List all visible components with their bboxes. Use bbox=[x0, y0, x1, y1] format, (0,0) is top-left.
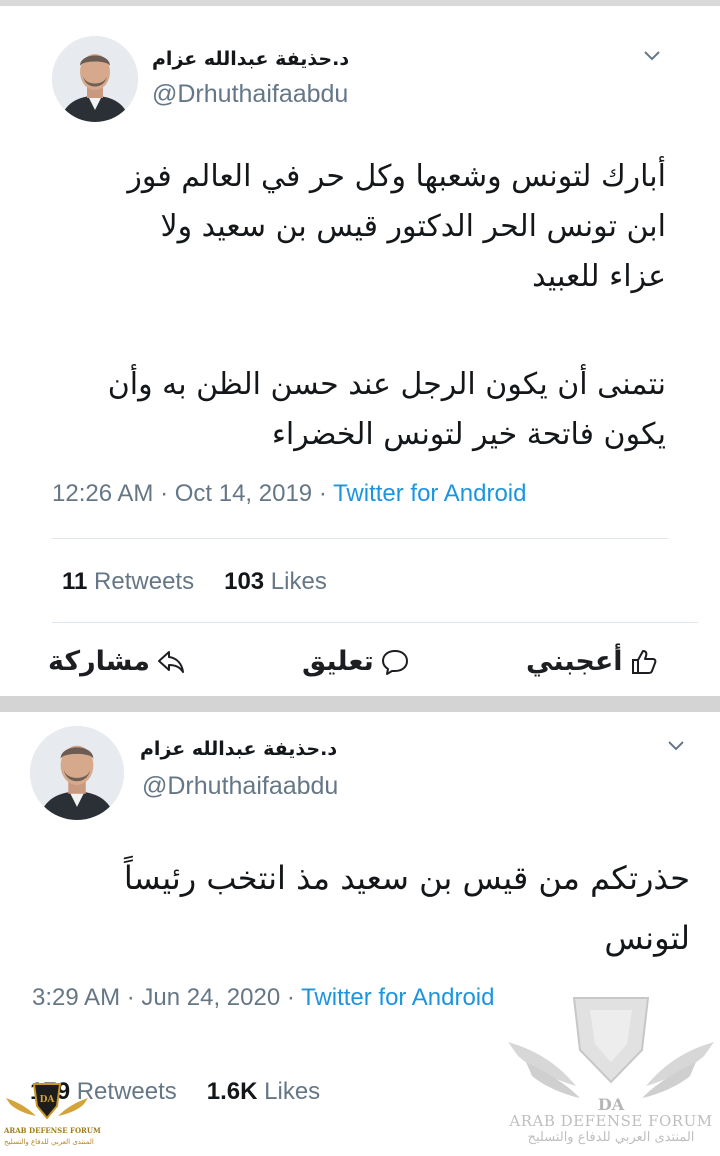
forum-badge-logo: DA ARAB DEFENSE FORUM المنتدى العربي للد… bbox=[4, 1080, 101, 1152]
chevron-down-icon[interactable] bbox=[642, 46, 662, 66]
share-label: مشاركة bbox=[48, 646, 150, 677]
comment-label: تعليق bbox=[302, 646, 374, 677]
like-label: أعجبني bbox=[526, 646, 623, 677]
share-button[interactable]: مشاركة bbox=[48, 646, 186, 677]
retweets-count: 11 bbox=[62, 568, 88, 595]
avatar-photo bbox=[52, 36, 138, 122]
like-button[interactable]: أعجبني bbox=[526, 646, 659, 677]
watermark-english: ARAB DEFENSE FORUM bbox=[509, 1112, 713, 1130]
divider bbox=[52, 538, 668, 539]
timestamp[interactable]: 3:29 AM · Jun 24, 2020 · bbox=[32, 984, 301, 1011]
user-handle[interactable]: @Drhuthaifaabdu bbox=[142, 772, 338, 801]
tweet-line: عزاء للعبيد bbox=[532, 259, 666, 294]
tweet-line: نتمنى أن يكون الرجل عند حسن الظن به وأن bbox=[107, 367, 666, 402]
watermark-logo: DA ARAB DEFENSE FORUM المنتدى العربي للد… bbox=[506, 990, 716, 1150]
tweet-meta: 12:26 AM · Oct 14, 2019 · Twitter for An… bbox=[52, 480, 526, 508]
source-link[interactable]: Twitter for Android bbox=[333, 480, 526, 507]
user-handle[interactable]: @Drhuthaifaabdu bbox=[152, 80, 348, 109]
avatar[interactable] bbox=[30, 726, 124, 820]
badge-arabic: المنتدى العربي للدفاع والتسليح bbox=[4, 1138, 94, 1146]
engagement-counts: 11 Retweets 103 Likes bbox=[62, 568, 327, 596]
retweets-count-link[interactable]: 11 Retweets bbox=[62, 568, 194, 595]
tweet-paragraph: أبارك لتونس وشعبها وكل حر في العالم فوز … bbox=[127, 152, 666, 302]
tweet-line: أبارك لتونس وشعبها وكل حر في العالم فوز bbox=[127, 159, 666, 194]
watermark-arabic: المنتدى العربي للدفاع والتسليح bbox=[527, 1130, 695, 1145]
display-name[interactable]: د.حذيفة عبدالله عزام bbox=[152, 48, 372, 70]
likes-count-link[interactable]: 103 Likes bbox=[224, 568, 327, 595]
tweet-card-1: د.حذيفة عبدالله عزام @Drhuthaifaabdu أبا… bbox=[0, 6, 720, 696]
divider bbox=[52, 622, 698, 623]
likes-label: Likes bbox=[264, 568, 327, 595]
shield-wings-icon: DA bbox=[508, 997, 714, 1114]
tweet-paragraph: نتمنى أن يكون الرجل عند حسن الظن به وأن … bbox=[108, 360, 666, 460]
action-bar: أعجبني تعليق مشاركة bbox=[0, 638, 720, 692]
chevron-down-icon[interactable] bbox=[666, 736, 686, 756]
retweets-label: Retweets bbox=[87, 568, 195, 595]
share-arrow-icon bbox=[157, 650, 184, 673]
avatar[interactable] bbox=[52, 36, 138, 122]
tweet-line: حذرتكم من قيس بن سعيد مذ انتخب رئيساً bbox=[123, 859, 690, 897]
display-name[interactable]: د.حذيفة عبدالله عزام bbox=[140, 738, 380, 760]
tweet-line: ابن تونس الحر الدكتور قيس بن سعيد ولا bbox=[160, 209, 667, 244]
tweet-paragraph: حذرتكم من قيس بن سعيد مذ انتخب رئيساً لت… bbox=[124, 848, 690, 968]
badge-logo-letters: DA bbox=[40, 1095, 56, 1105]
tweet-line: يكون فاتحة خير لتونس الخضراء bbox=[271, 417, 666, 452]
likes-count: 103 bbox=[224, 568, 265, 595]
tweet-meta: 3:29 AM · Jun 24, 2020 · Twitter for And… bbox=[32, 984, 494, 1012]
likes-label: Likes bbox=[257, 1078, 321, 1105]
timestamp[interactable]: 12:26 AM · Oct 14, 2019 · bbox=[52, 480, 333, 507]
likes-count-link[interactable]: 1.6K Likes bbox=[207, 1078, 320, 1105]
likes-count: 1.6K bbox=[206, 1078, 258, 1105]
comment-button[interactable]: تعليق bbox=[302, 646, 410, 677]
source-link[interactable]: Twitter for Android bbox=[301, 984, 494, 1011]
badge-english: ARAB DEFENSE FORUM bbox=[4, 1126, 101, 1135]
speech-bubble-icon bbox=[381, 649, 408, 675]
gold-shield-wings-icon: DA bbox=[6, 1083, 88, 1120]
separator bbox=[0, 696, 720, 712]
tweet-line: لتونس bbox=[604, 919, 690, 957]
thumbs-up-icon bbox=[631, 649, 656, 674]
avatar-photo bbox=[30, 726, 124, 820]
watermark-logo-letters: DA bbox=[598, 1095, 625, 1112]
